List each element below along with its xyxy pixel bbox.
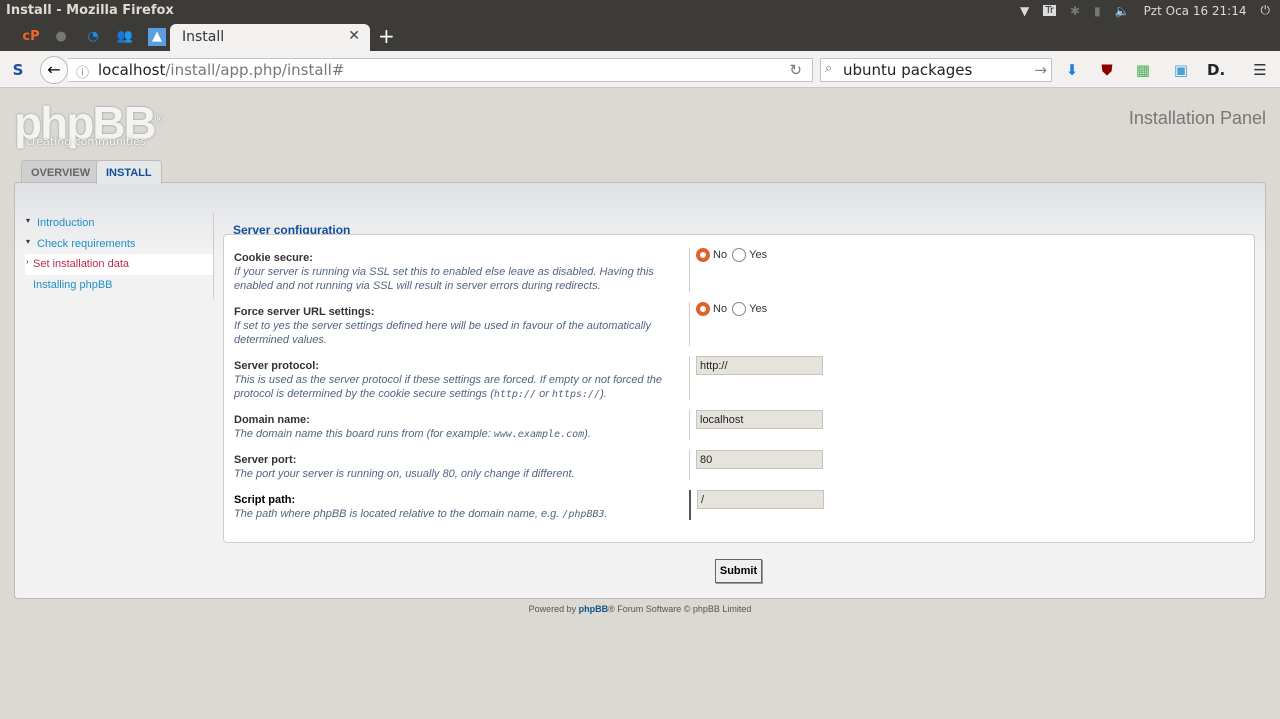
field-description: The path where phpBB is located relative… [234,508,608,520]
field-description: If your server is running via SSL set th… [234,266,654,292]
panel-title: Installation Panel [1128,108,1266,128]
menu-item-check-requirements[interactable]: ▾ Check requirements [25,234,213,255]
check-arrow-icon: ▾ [26,236,31,246]
search-value: ubuntu packages [843,61,973,79]
menu-icon[interactable]: ☰ [1251,61,1269,79]
field-description: The port your server is running on, usua… [234,468,575,480]
site-pinned-tab-icon[interactable]: ▲ [148,28,166,46]
ublock-icon[interactable]: ⛊ [1098,61,1116,79]
domain-name-input[interactable] [696,410,823,429]
submit-button[interactable]: Submit [715,559,762,583]
server-config-form: Cookie secure: If your server is running… [223,234,1255,543]
radio-label-yes[interactable]: Yes [749,249,767,261]
url-path: /install/app.php/install# [165,61,345,79]
close-tab-icon[interactable]: ✕ [348,28,360,44]
check-arrow-icon: ▾ [26,216,31,225]
active-tab[interactable]: Install ✕ [170,24,370,51]
users-pinned-tab-icon[interactable]: 👥 [116,28,134,46]
reload-icon[interactable]: ↻ [789,61,802,79]
menu-item-installing-phpbb[interactable]: Installing phpBB [25,275,213,296]
system-top-bar: Install - Mozilla Firefox ▼ Tr ✱ ▮ 🔈 Pzt… [0,0,1280,22]
system-tray: ▼ Tr ✱ ▮ 🔈 Pzt Oca 16 21:14 ⏻ [1020,3,1270,18]
back-button[interactable]: ← [40,56,68,84]
side-menu: ▾ Introduction ▾ Check requirements › Set i… [25,213,214,299]
radio-label-yes[interactable]: Yes [749,303,767,315]
cookie-secure-no-radio[interactable] [696,248,710,262]
field-server-port: Server port: The port your server is run… [234,450,1244,481]
cookie-secure-yes-radio[interactable] [732,248,747,262]
search-icon: ⌕ [825,61,833,76]
field-script-path: Script path: The path where phpBB is loc… [234,490,1244,522]
extension-s-icon[interactable]: S [9,61,27,79]
digitalocean-pinned-tab-icon[interactable]: ◔ [84,28,102,46]
radio-label-no[interactable]: No [713,249,727,261]
info-icon[interactable]: ⓘ [76,62,89,81]
footer: Powered by phpBB® Forum Software © phpBB… [528,604,752,614]
script-path-input[interactable] [697,490,824,509]
battery-icon[interactable]: ▮ [1094,4,1101,18]
url-bar[interactable]: ⓘ localhost/install/app.php/install# ↻ [68,58,813,82]
field-description: If set to yes the server settings define… [234,320,652,346]
field-description: The domain name this board runs from (fo… [234,428,591,440]
field-cookie-secure: Cookie secure: If your server is running… [234,248,1244,293]
tab-title: Install [182,29,225,45]
cookie-secure-radio-group: No Yes [689,248,769,292]
tab-overview[interactable]: OVERVIEW [21,160,101,183]
field-description: This is used as the server protocol if t… [234,374,662,400]
tab-install[interactable]: INSTALL [96,160,162,184]
menu-item-introduction[interactable]: ▾ Introduction [25,213,213,234]
url-host: localhost [98,61,166,79]
wifi-icon[interactable]: ▼ [1020,4,1029,18]
globe-pinned-tab-icon[interactable]: ● [52,28,70,46]
search-input[interactable]: ⌕ ubuntu packages → [820,58,1052,82]
browser-tab-bar: cP ● ◔ 👥 ▲ Install ✕ + [0,22,1280,51]
field-server-protocol: Server protocol: This is used as the ser… [234,356,1244,402]
search-go-icon[interactable]: → [1034,61,1047,79]
install-panel: ▾ Introduction ▾ Check requirements › Set i… [14,182,1266,599]
s-extension-icon[interactable]: ▣ [1172,61,1190,79]
force-server-yes-radio[interactable] [732,302,747,316]
d-extension-icon[interactable]: D. [1207,61,1225,79]
logo-tagline: creating communities [26,135,146,148]
radio-label-no[interactable]: No [713,303,727,315]
server-protocol-input[interactable] [696,356,823,375]
field-force-server-url: Force server URL settings: If set to yes… [234,302,1244,347]
menu-item-set-installation-data[interactable]: › Set installation data [25,254,213,275]
field-domain-name: Domain name: The domain name this board … [234,410,1244,442]
window-title: Install - Mozilla Firefox [6,3,174,18]
current-arrow-icon: › [26,257,29,266]
download-icon[interactable]: ⬇ [1063,61,1081,79]
cpanel-pinned-tab-icon[interactable]: cP [22,28,40,46]
power-icon[interactable]: ⏻ [1261,3,1271,18]
bluetooth-icon[interactable]: ✱ [1070,4,1080,18]
keyboard-layout-indicator[interactable]: Tr [1043,5,1056,16]
navigation-toolbar: S ← ⓘ localhost/install/app.php/install#… [0,51,1280,88]
volume-icon[interactable]: 🔈 [1115,4,1130,18]
phpbb-link[interactable]: phpBB [579,604,609,614]
new-tab-button[interactable]: + [378,24,395,48]
server-port-input[interactable] [696,450,823,469]
force-server-no-radio[interactable] [696,302,710,316]
clock[interactable]: Pzt Oca 16 21:14 [1144,4,1247,18]
force-server-radio-group: No Yes [689,302,769,346]
sheet-extension-icon[interactable]: ▦ [1134,61,1152,79]
